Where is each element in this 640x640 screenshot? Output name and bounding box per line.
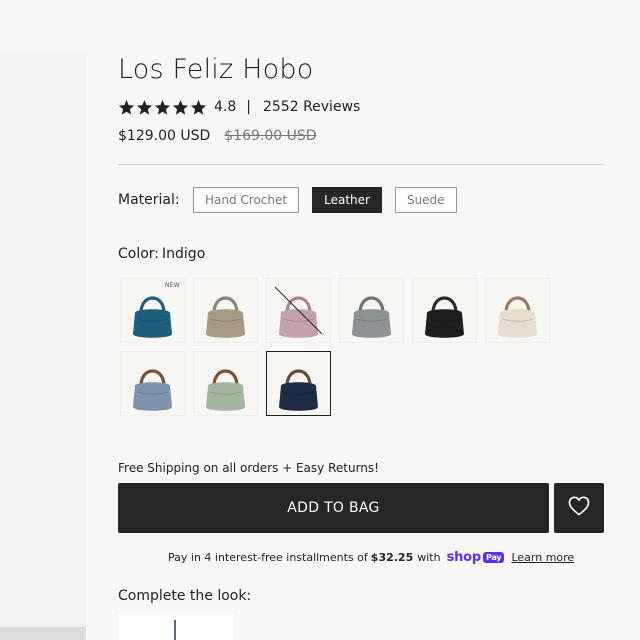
star-icon: [118, 99, 135, 116]
bag-thumbnail: [121, 352, 184, 415]
complete-look-product-card[interactable]: [118, 614, 234, 640]
bag-thumbnail: [413, 279, 476, 342]
price-row: $129.00 USD $169.00 USD: [118, 128, 317, 144]
gallery-thumbnail-strip[interactable]: [0, 627, 86, 640]
product-title: Los Feliz Hobo: [118, 54, 314, 85]
learn-more-link[interactable]: Learn more: [511, 551, 574, 564]
star-icon: [190, 99, 207, 116]
bag-thumbnail: [267, 279, 330, 342]
bag-thumbnail: [340, 279, 403, 342]
rating-separator: |: [246, 99, 251, 115]
complete-the-look-heading: Complete the look:: [118, 588, 252, 604]
shop-pay-brand: shop: [446, 549, 482, 565]
installment-amount: $32.25: [370, 550, 414, 564]
material-option-hand-crochet[interactable]: Hand Crochet: [193, 187, 300, 213]
rating-value: 4.8: [214, 99, 237, 115]
material-label: Material:: [118, 192, 180, 208]
bag-thumbnail: [194, 279, 257, 342]
color-swatch-teal[interactable]: NEW: [120, 278, 185, 343]
installments-with: with: [417, 550, 441, 564]
bag-thumbnail: [267, 352, 330, 415]
material-selector: Material: Hand Crochet Leather Suede: [118, 187, 470, 213]
bag-thumbnail: [486, 279, 549, 342]
color-label: Color: Indigo: [118, 246, 205, 262]
add-to-bag-button[interactable]: ADD TO BAG: [118, 483, 549, 533]
star-icon: [136, 99, 153, 116]
color-swatch-blue-grey[interactable]: [120, 351, 185, 416]
review-count-link[interactable]: 2552 Reviews: [263, 99, 360, 115]
new-badge: NEW: [164, 282, 180, 289]
shop-pay-installments: Pay in 4 interest-free installments of $…: [168, 548, 574, 566]
color-swatch-ecru[interactable]: [485, 278, 550, 343]
color-swatch-black[interactable]: [412, 278, 477, 343]
shipping-message: Free Shipping on all orders + Easy Retur…: [118, 461, 379, 475]
star-icon: [172, 99, 189, 116]
shop-pay-logo: shop Pay: [447, 550, 505, 565]
color-swatch-slate[interactable]: [339, 278, 404, 343]
product-image-gallery[interactable]: [0, 52, 86, 627]
heart-icon: [568, 496, 590, 520]
bag-thumbnail: [194, 352, 257, 415]
selected-color-name: Indigo: [162, 246, 206, 262]
color-label-text: Color:: [118, 246, 160, 262]
material-option-leather[interactable]: Leather: [312, 187, 382, 213]
wishlist-button[interactable]: [554, 483, 604, 533]
material-option-suede[interactable]: Suede: [394, 187, 457, 213]
star-rating: [118, 99, 207, 116]
star-icon: [154, 99, 171, 116]
rating-summary[interactable]: 4.8 | 2552 Reviews: [118, 97, 360, 117]
sale-price: $129.00 USD: [118, 128, 211, 144]
color-swatch-taupe[interactable]: [193, 278, 258, 343]
top-bar: [0, 0, 640, 52]
shop-pay-badge: Pay: [483, 551, 505, 563]
color-swatch-sage[interactable]: [193, 351, 258, 416]
color-swatch-mauve[interactable]: [266, 278, 331, 343]
color-swatch-indigo[interactable]: [266, 351, 331, 416]
product-thumbnail: [174, 620, 176, 640]
installments-text: Pay in 4 interest-free installments of: [168, 550, 368, 564]
divider: [118, 164, 604, 165]
compare-at-price: $169.00 USD: [224, 128, 317, 144]
